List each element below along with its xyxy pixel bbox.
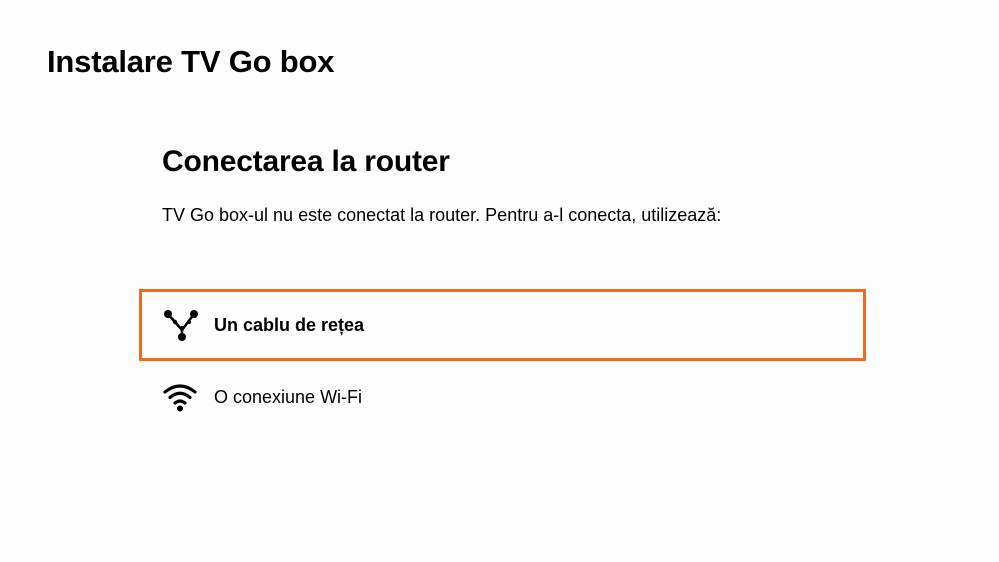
page-title: Instalare TV Go box: [47, 44, 335, 79]
section-description: TV Go box-ul nu este conectat la router.…: [162, 205, 722, 225]
connection-options-list: Un cablu de rețea O conexiune Wi-Fi: [139, 289, 866, 433]
router-connection-section: Conectarea la router TV Go box-ul nu est…: [162, 142, 882, 227]
option-wifi[interactable]: O conexiune Wi-Fi: [139, 361, 866, 433]
option-label: O conexiune Wi-Fi: [214, 387, 363, 407]
option-label: Un cablu de rețea: [214, 315, 365, 335]
wifi-icon: [163, 378, 201, 416]
option-network-cable[interactable]: Un cablu de rețea: [139, 289, 866, 361]
section-title: Conectarea la router: [162, 145, 450, 178]
network-cable-icon: [163, 306, 201, 344]
